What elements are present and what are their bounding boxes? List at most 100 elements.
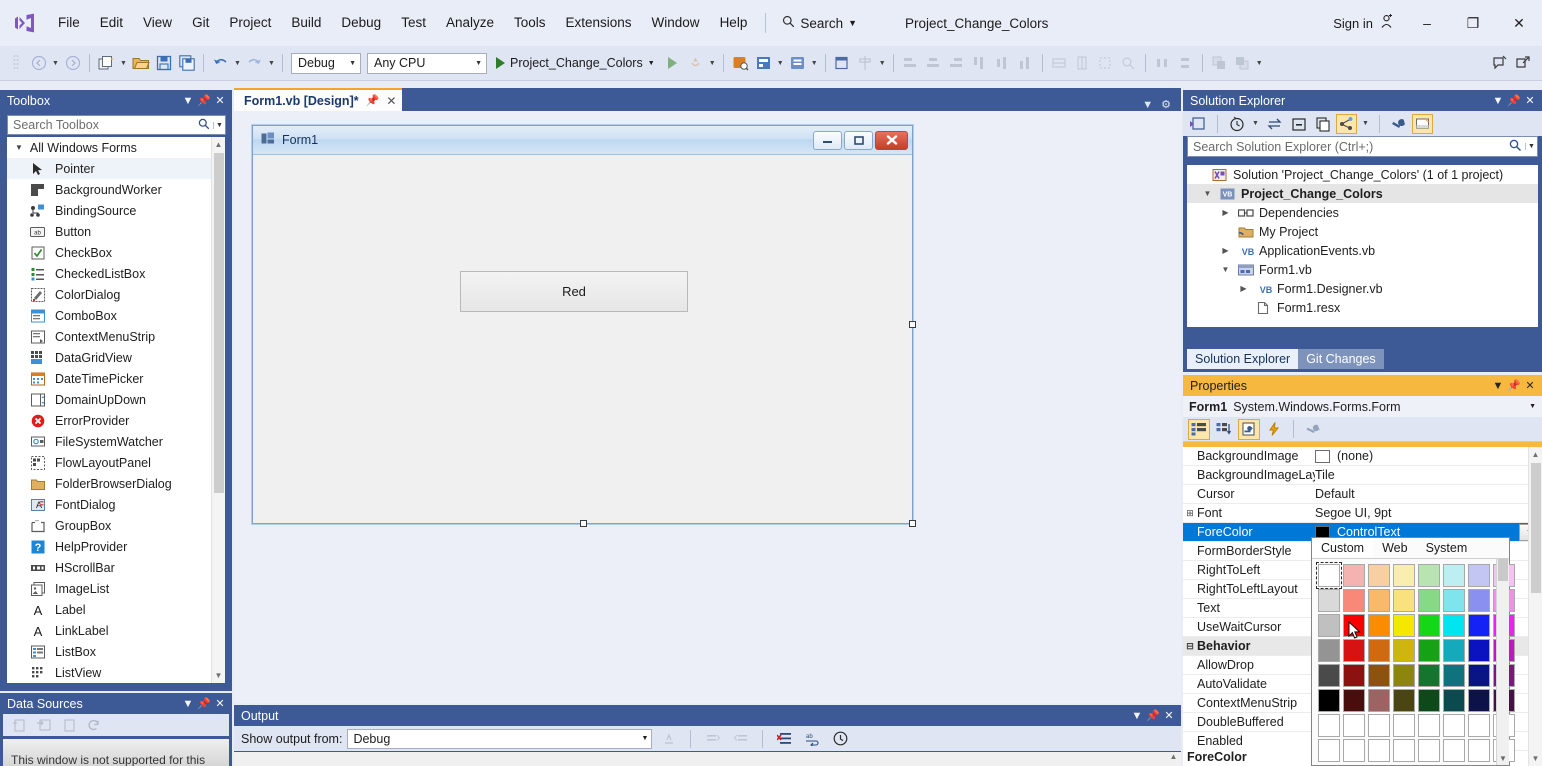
scrollbar-thumb[interactable] [1498,559,1508,581]
scroll-up-icon[interactable]: ▲ [212,137,225,152]
layout-dropdown-icon[interactable]: ▼ [877,60,888,67]
tree-node-form1[interactable]: ▼ Form1.vb [1187,260,1538,279]
live-visual-tree-dropdown-icon[interactable]: ▼ [775,60,786,67]
color-swatch-6[interactable] [1468,564,1490,587]
solution-explorer-close-icon[interactable]: ✕ [1522,94,1538,107]
toolbox-item-domainupdown[interactable]: DomainUpDown [7,389,225,410]
color-swatch-32[interactable] [1318,664,1340,687]
pending-changes-icon[interactable] [1188,114,1209,134]
recent-files-dropdown-icon[interactable]: ▼ [1250,120,1261,127]
toolbox-item-contextmenustrip[interactable]: ContextMenuStrip [7,326,225,347]
scroll-up-icon[interactable]: ▲ [1529,447,1542,462]
toolbox-item-helpprovider[interactable]: ? HelpProvider [7,536,225,557]
new-project-icon[interactable] [95,51,118,75]
align-bottoms-icon[interactable] [1014,51,1037,75]
collapse-all-icon[interactable] [1288,114,1309,134]
color-swatch-17[interactable] [1343,614,1365,637]
window-close-button[interactable]: ✕ [1496,7,1542,39]
menu-tools[interactable]: Tools [504,10,556,36]
scroll-down-icon[interactable]: ▼ [1529,751,1542,766]
color-swatch-30[interactable] [1468,639,1490,662]
resize-handle-bottom-right[interactable] [909,520,916,527]
forecolor-dropdown-popup[interactable]: Custom Web System ▼ [1311,537,1510,766]
tree-node-form1-designer[interactable]: ▶ VB Form1.Designer.vb [1187,279,1538,298]
menu-project[interactable]: Project [219,10,281,36]
save-icon[interactable] [152,51,175,75]
property-pages-icon[interactable] [1302,419,1324,440]
align-middles-icon[interactable] [991,51,1014,75]
color-tab-web[interactable]: Web [1373,538,1416,558]
output-text-area[interactable]: ▲ [234,752,1181,766]
color-swatch-5[interactable] [1443,564,1465,587]
gear-icon[interactable]: ⚙ [1161,98,1171,111]
expander-icon[interactable]: ▶ [1237,284,1250,293]
solution-configuration-combo[interactable]: Debug ▼ [291,53,361,74]
show-timestamps-icon[interactable] [829,727,852,751]
output-close-icon[interactable]: ✕ [1161,709,1177,722]
toolbox-close-icon[interactable]: ✕ [212,94,228,107]
color-swatch-61[interactable] [1443,739,1465,762]
color-swatch-51[interactable] [1393,714,1415,737]
categorized-icon[interactable] [1188,419,1210,440]
tab-solution-explorer[interactable]: Solution Explorer [1187,349,1298,369]
chevron-down-icon[interactable]: ▼ [1529,403,1536,410]
color-tab-system[interactable]: System [1417,538,1477,558]
property-row-font[interactable]: ⊞ Font Segoe UI, 9pt [1183,504,1542,523]
open-file-icon[interactable] [129,51,152,75]
property-value-cell[interactable]: Tile [1315,468,1542,482]
expander-icon[interactable]: ▼ [1201,189,1214,198]
toolbox-item-colordialog[interactable]: ColorDialog [7,284,225,305]
color-swatch-12[interactable] [1418,589,1440,612]
start-debugging-button[interactable]: Project_Change_Colors ▼ [490,56,661,70]
menu-analyze[interactable]: Analyze [436,10,504,36]
color-swatch-20[interactable] [1418,614,1440,637]
data-sources-close-icon[interactable]: ✕ [212,697,228,710]
tree-node-dependencies[interactable]: ▶ Dependencies [1187,203,1538,222]
align-centers-icon[interactable] [922,51,945,75]
global-search-button[interactable]: Search ▼ [774,12,865,34]
color-swatch-13[interactable] [1443,589,1465,612]
tree-node-solution[interactable]: Solution 'Project_Change_Colors' (1 of 1… [1187,165,1538,184]
solution-platform-combo[interactable]: Any CPU ▼ [367,53,487,74]
properties-page-icon[interactable] [1238,419,1260,440]
layout-overflow-dropdown-icon[interactable]: ▼ [1254,60,1265,67]
layout-group-icon[interactable] [854,51,877,75]
color-swatch-16[interactable] [1318,614,1340,637]
color-swatch-19[interactable] [1393,614,1415,637]
property-row-cursor[interactable]: Cursor Default [1183,485,1542,504]
configure-dataset-icon[interactable] [32,713,55,737]
zoom-icon[interactable] [1117,51,1140,75]
preview-selected-items-icon[interactable] [1412,114,1433,134]
color-swatch-52[interactable] [1418,714,1440,737]
color-swatch-9[interactable] [1343,589,1365,612]
toolbox-item-listbox[interactable]: ListBox [7,641,225,662]
toolbox-item-flowlayoutpanel[interactable]: FlowLayoutPanel [7,452,225,473]
color-swatch-33[interactable] [1343,664,1365,687]
bring-to-front-icon[interactable] [1208,51,1231,75]
window-minimize-button[interactable]: – [1404,7,1450,39]
color-tab-custom[interactable]: Custom [1312,538,1373,558]
toolbox-item-pointer[interactable]: Pointer [7,158,225,179]
recent-files-icon[interactable] [1226,114,1247,134]
toggle-word-wrap-icon[interactable]: ab [801,727,824,751]
menu-window[interactable]: Window [642,10,710,36]
color-swatch-41[interactable] [1343,689,1365,712]
toolbox-pin-icon[interactable]: 📌 [196,94,212,107]
color-swatch-22[interactable] [1468,614,1490,637]
active-files-dropdown-icon[interactable]: ▼ [1142,99,1153,111]
color-swatch-35[interactable] [1393,664,1415,687]
navigate-forward-icon[interactable] [61,51,84,75]
color-swatch-36[interactable] [1418,664,1440,687]
toolbox-item-button[interactable]: ab Button [7,221,225,242]
output-pin-icon[interactable]: 📌 [1145,709,1161,722]
color-swatch-62[interactable] [1468,739,1490,762]
toolbox-item-imagelist[interactable]: ImageList [7,578,225,599]
search-icon[interactable] [195,118,213,133]
align-rights-icon[interactable] [945,51,968,75]
toolbox-item-label[interactable]: A Label [7,599,225,620]
color-swatch-14[interactable] [1468,589,1490,612]
tab-pin-icon[interactable]: 📌 [366,94,380,107]
tree-node-project[interactable]: ▼ VB Project_Change_Colors [1187,184,1538,203]
property-row-backgroundimage[interactable]: BackgroundImage (none) [1183,447,1542,466]
copy-icon[interactable] [1312,114,1333,134]
